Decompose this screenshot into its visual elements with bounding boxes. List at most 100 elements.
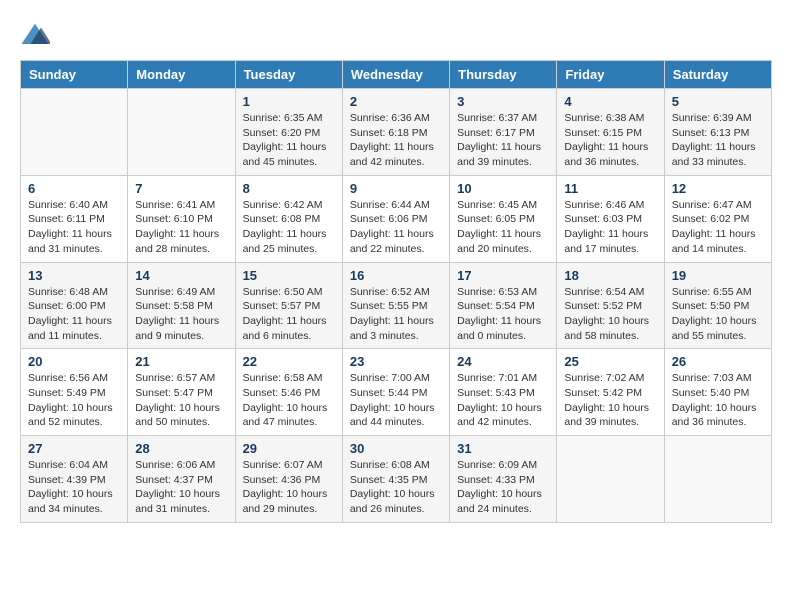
- cell-info: Sunrise: 6:52 AMSunset: 5:55 PMDaylight:…: [350, 285, 442, 344]
- calendar-header-row: SundayMondayTuesdayWednesdayThursdayFrid…: [21, 61, 772, 89]
- day-number: 1: [243, 94, 335, 109]
- day-header-friday: Friday: [557, 61, 664, 89]
- day-header-monday: Monday: [128, 61, 235, 89]
- calendar-cell: 24Sunrise: 7:01 AMSunset: 5:43 PMDayligh…: [450, 349, 557, 436]
- calendar-cell: [664, 436, 771, 523]
- calendar-cell: 2 Sunrise: 6:36 AMSunset: 6:18 PMDaylight…: [342, 89, 449, 176]
- cell-info: Sunrise: 7:00 AMSunset: 5:44 PMDaylight:…: [350, 371, 442, 430]
- calendar-cell: 20 Sunrise: 6:56 AMSunset: 5:49 PMDayligh…: [21, 349, 128, 436]
- calendar-week-3: 20 Sunrise: 6:56 AMSunset: 5:49 PMDayligh…: [21, 349, 772, 436]
- calendar-cell: [128, 89, 235, 176]
- calendar-cell: 8 Sunrise: 6:42 AMSunset: 6:08 PMDaylight…: [235, 175, 342, 262]
- cell-info: Sunrise: 6:04 AMSunset: 4:39 PMDaylight:…: [28, 458, 120, 517]
- calendar-cell: 14 Sunrise: 6:49 AMSunset: 5:58 PMDayligh…: [128, 262, 235, 349]
- day-number: 4: [564, 94, 656, 109]
- day-number: 31: [457, 441, 549, 456]
- day-header-saturday: Saturday: [664, 61, 771, 89]
- cell-info: Sunrise: 6:08 AMSunset: 4:35 PMDaylight:…: [350, 458, 442, 517]
- cell-info: Sunrise: 6:53 AMSunset: 5:54 PMDaylight:…: [457, 285, 549, 344]
- page-header: [20, 20, 772, 50]
- cell-info: Sunrise: 6:36 AMSunset: 6:18 PMDaylight:…: [350, 111, 442, 170]
- calendar-cell: 16 Sunrise: 6:52 AMSunset: 5:55 PMDayligh…: [342, 262, 449, 349]
- cell-info: Sunrise: 6:41 AMSunset: 6:10 PMDaylight:…: [135, 198, 227, 257]
- day-number: 7: [135, 181, 227, 196]
- cell-info: Sunrise: 6:47 AMSunset: 6:02 PMDaylight:…: [672, 198, 764, 257]
- cell-info: Sunrise: 7:01 AMSunset: 5:43 PMDaylight:…: [457, 371, 549, 430]
- calendar-cell: 3 Sunrise: 6:37 AMSunset: 6:17 PMDaylight…: [450, 89, 557, 176]
- day-number: 17: [457, 268, 549, 283]
- cell-info: Sunrise: 6:44 AMSunset: 6:06 PMDaylight:…: [350, 198, 442, 257]
- day-number: 20: [28, 354, 120, 369]
- calendar-cell: 18 Sunrise: 6:54 AMSunset: 5:52 PMDayligh…: [557, 262, 664, 349]
- day-number: 27: [28, 441, 120, 456]
- day-number: 21: [135, 354, 227, 369]
- day-number: 29: [243, 441, 335, 456]
- calendar-cell: 9 Sunrise: 6:44 AMSunset: 6:06 PMDaylight…: [342, 175, 449, 262]
- day-number: 22: [243, 354, 335, 369]
- cell-info: Sunrise: 6:07 AMSunset: 4:36 PMDaylight:…: [243, 458, 335, 517]
- day-header-tuesday: Tuesday: [235, 61, 342, 89]
- calendar-cell: 23Sunrise: 7:00 AMSunset: 5:44 PMDayligh…: [342, 349, 449, 436]
- cell-info: Sunrise: 6:57 AMSunset: 5:47 PMDaylight:…: [135, 371, 227, 430]
- calendar-cell: 19 Sunrise: 6:55 AMSunset: 5:50 PMDayligh…: [664, 262, 771, 349]
- cell-info: Sunrise: 6:54 AMSunset: 5:52 PMDaylight:…: [564, 285, 656, 344]
- calendar-cell: 7 Sunrise: 6:41 AMSunset: 6:10 PMDaylight…: [128, 175, 235, 262]
- day-number: 13: [28, 268, 120, 283]
- day-number: 12: [672, 181, 764, 196]
- cell-info: Sunrise: 6:49 AMSunset: 5:58 PMDaylight:…: [135, 285, 227, 344]
- calendar-cell: 25 Sunrise: 7:02 AMSunset: 5:42 PMDayligh…: [557, 349, 664, 436]
- day-number: 9: [350, 181, 442, 196]
- cell-info: Sunrise: 6:09 AMSunset: 4:33 PMDaylight:…: [457, 458, 549, 517]
- calendar-cell: 31 Sunrise: 6:09 AMSunset: 4:33 PMDayligh…: [450, 436, 557, 523]
- calendar-cell: 1 Sunrise: 6:35 AMSunset: 6:20 PMDaylight…: [235, 89, 342, 176]
- cell-info: Sunrise: 6:40 AMSunset: 6:11 PMDaylight:…: [28, 198, 120, 257]
- cell-info: Sunrise: 6:06 AMSunset: 4:37 PMDaylight:…: [135, 458, 227, 517]
- day-number: 19: [672, 268, 764, 283]
- day-number: 14: [135, 268, 227, 283]
- calendar-cell: 29 Sunrise: 6:07 AMSunset: 4:36 PMDayligh…: [235, 436, 342, 523]
- day-number: 28: [135, 441, 227, 456]
- calendar-cell: 30 Sunrise: 6:08 AMSunset: 4:35 PMDayligh…: [342, 436, 449, 523]
- day-number: 11: [564, 181, 656, 196]
- calendar-cell: 11 Sunrise: 6:46 AMSunset: 6:03 PMDayligh…: [557, 175, 664, 262]
- day-number: 15: [243, 268, 335, 283]
- calendar-cell: 12 Sunrise: 6:47 AMSunset: 6:02 PMDayligh…: [664, 175, 771, 262]
- day-number: 30: [350, 441, 442, 456]
- day-number: 6: [28, 181, 120, 196]
- calendar-week-2: 13 Sunrise: 6:48 AMSunset: 6:00 PMDayligh…: [21, 262, 772, 349]
- calendar-week-4: 27 Sunrise: 6:04 AMSunset: 4:39 PMDayligh…: [21, 436, 772, 523]
- day-header-sunday: Sunday: [21, 61, 128, 89]
- cell-info: Sunrise: 7:02 AMSunset: 5:42 PMDaylight:…: [564, 371, 656, 430]
- cell-info: Sunrise: 6:46 AMSunset: 6:03 PMDaylight:…: [564, 198, 656, 257]
- calendar-week-0: 1 Sunrise: 6:35 AMSunset: 6:20 PMDaylight…: [21, 89, 772, 176]
- calendar-cell: 28 Sunrise: 6:06 AMSunset: 4:37 PMDayligh…: [128, 436, 235, 523]
- cell-info: Sunrise: 6:50 AMSunset: 5:57 PMDaylight:…: [243, 285, 335, 344]
- cell-info: Sunrise: 6:45 AMSunset: 6:05 PMDaylight:…: [457, 198, 549, 257]
- calendar-table: SundayMondayTuesdayWednesdayThursdayFrid…: [20, 60, 772, 523]
- day-number: 16: [350, 268, 442, 283]
- cell-info: Sunrise: 6:37 AMSunset: 6:17 PMDaylight:…: [457, 111, 549, 170]
- cell-info: Sunrise: 7:03 AMSunset: 5:40 PMDaylight:…: [672, 371, 764, 430]
- calendar-cell: 4Sunrise: 6:38 AMSunset: 6:15 PMDaylight…: [557, 89, 664, 176]
- calendar-cell: 10Sunrise: 6:45 AMSunset: 6:05 PMDayligh…: [450, 175, 557, 262]
- cell-info: Sunrise: 6:42 AMSunset: 6:08 PMDaylight:…: [243, 198, 335, 257]
- calendar-cell: 26Sunrise: 7:03 AMSunset: 5:40 PMDayligh…: [664, 349, 771, 436]
- day-number: 2: [350, 94, 442, 109]
- calendar-cell: 6 Sunrise: 6:40 AMSunset: 6:11 PMDaylight…: [21, 175, 128, 262]
- day-number: 25: [564, 354, 656, 369]
- calendar-week-1: 6 Sunrise: 6:40 AMSunset: 6:11 PMDaylight…: [21, 175, 772, 262]
- cell-info: Sunrise: 6:56 AMSunset: 5:49 PMDaylight:…: [28, 371, 120, 430]
- cell-info: Sunrise: 6:55 AMSunset: 5:50 PMDaylight:…: [672, 285, 764, 344]
- cell-info: Sunrise: 6:35 AMSunset: 6:20 PMDaylight:…: [243, 111, 335, 170]
- calendar-cell: 13 Sunrise: 6:48 AMSunset: 6:00 PMDayligh…: [21, 262, 128, 349]
- cell-info: Sunrise: 6:58 AMSunset: 5:46 PMDaylight:…: [243, 371, 335, 430]
- calendar-cell: 15 Sunrise: 6:50 AMSunset: 5:57 PMDayligh…: [235, 262, 342, 349]
- day-number: 18: [564, 268, 656, 283]
- day-number: 3: [457, 94, 549, 109]
- day-number: 5: [672, 94, 764, 109]
- logo: [20, 20, 54, 50]
- cell-info: Sunrise: 6:48 AMSunset: 6:00 PMDaylight:…: [28, 285, 120, 344]
- day-number: 8: [243, 181, 335, 196]
- calendar-cell: [557, 436, 664, 523]
- calendar-cell: 21 Sunrise: 6:57 AMSunset: 5:47 PMDayligh…: [128, 349, 235, 436]
